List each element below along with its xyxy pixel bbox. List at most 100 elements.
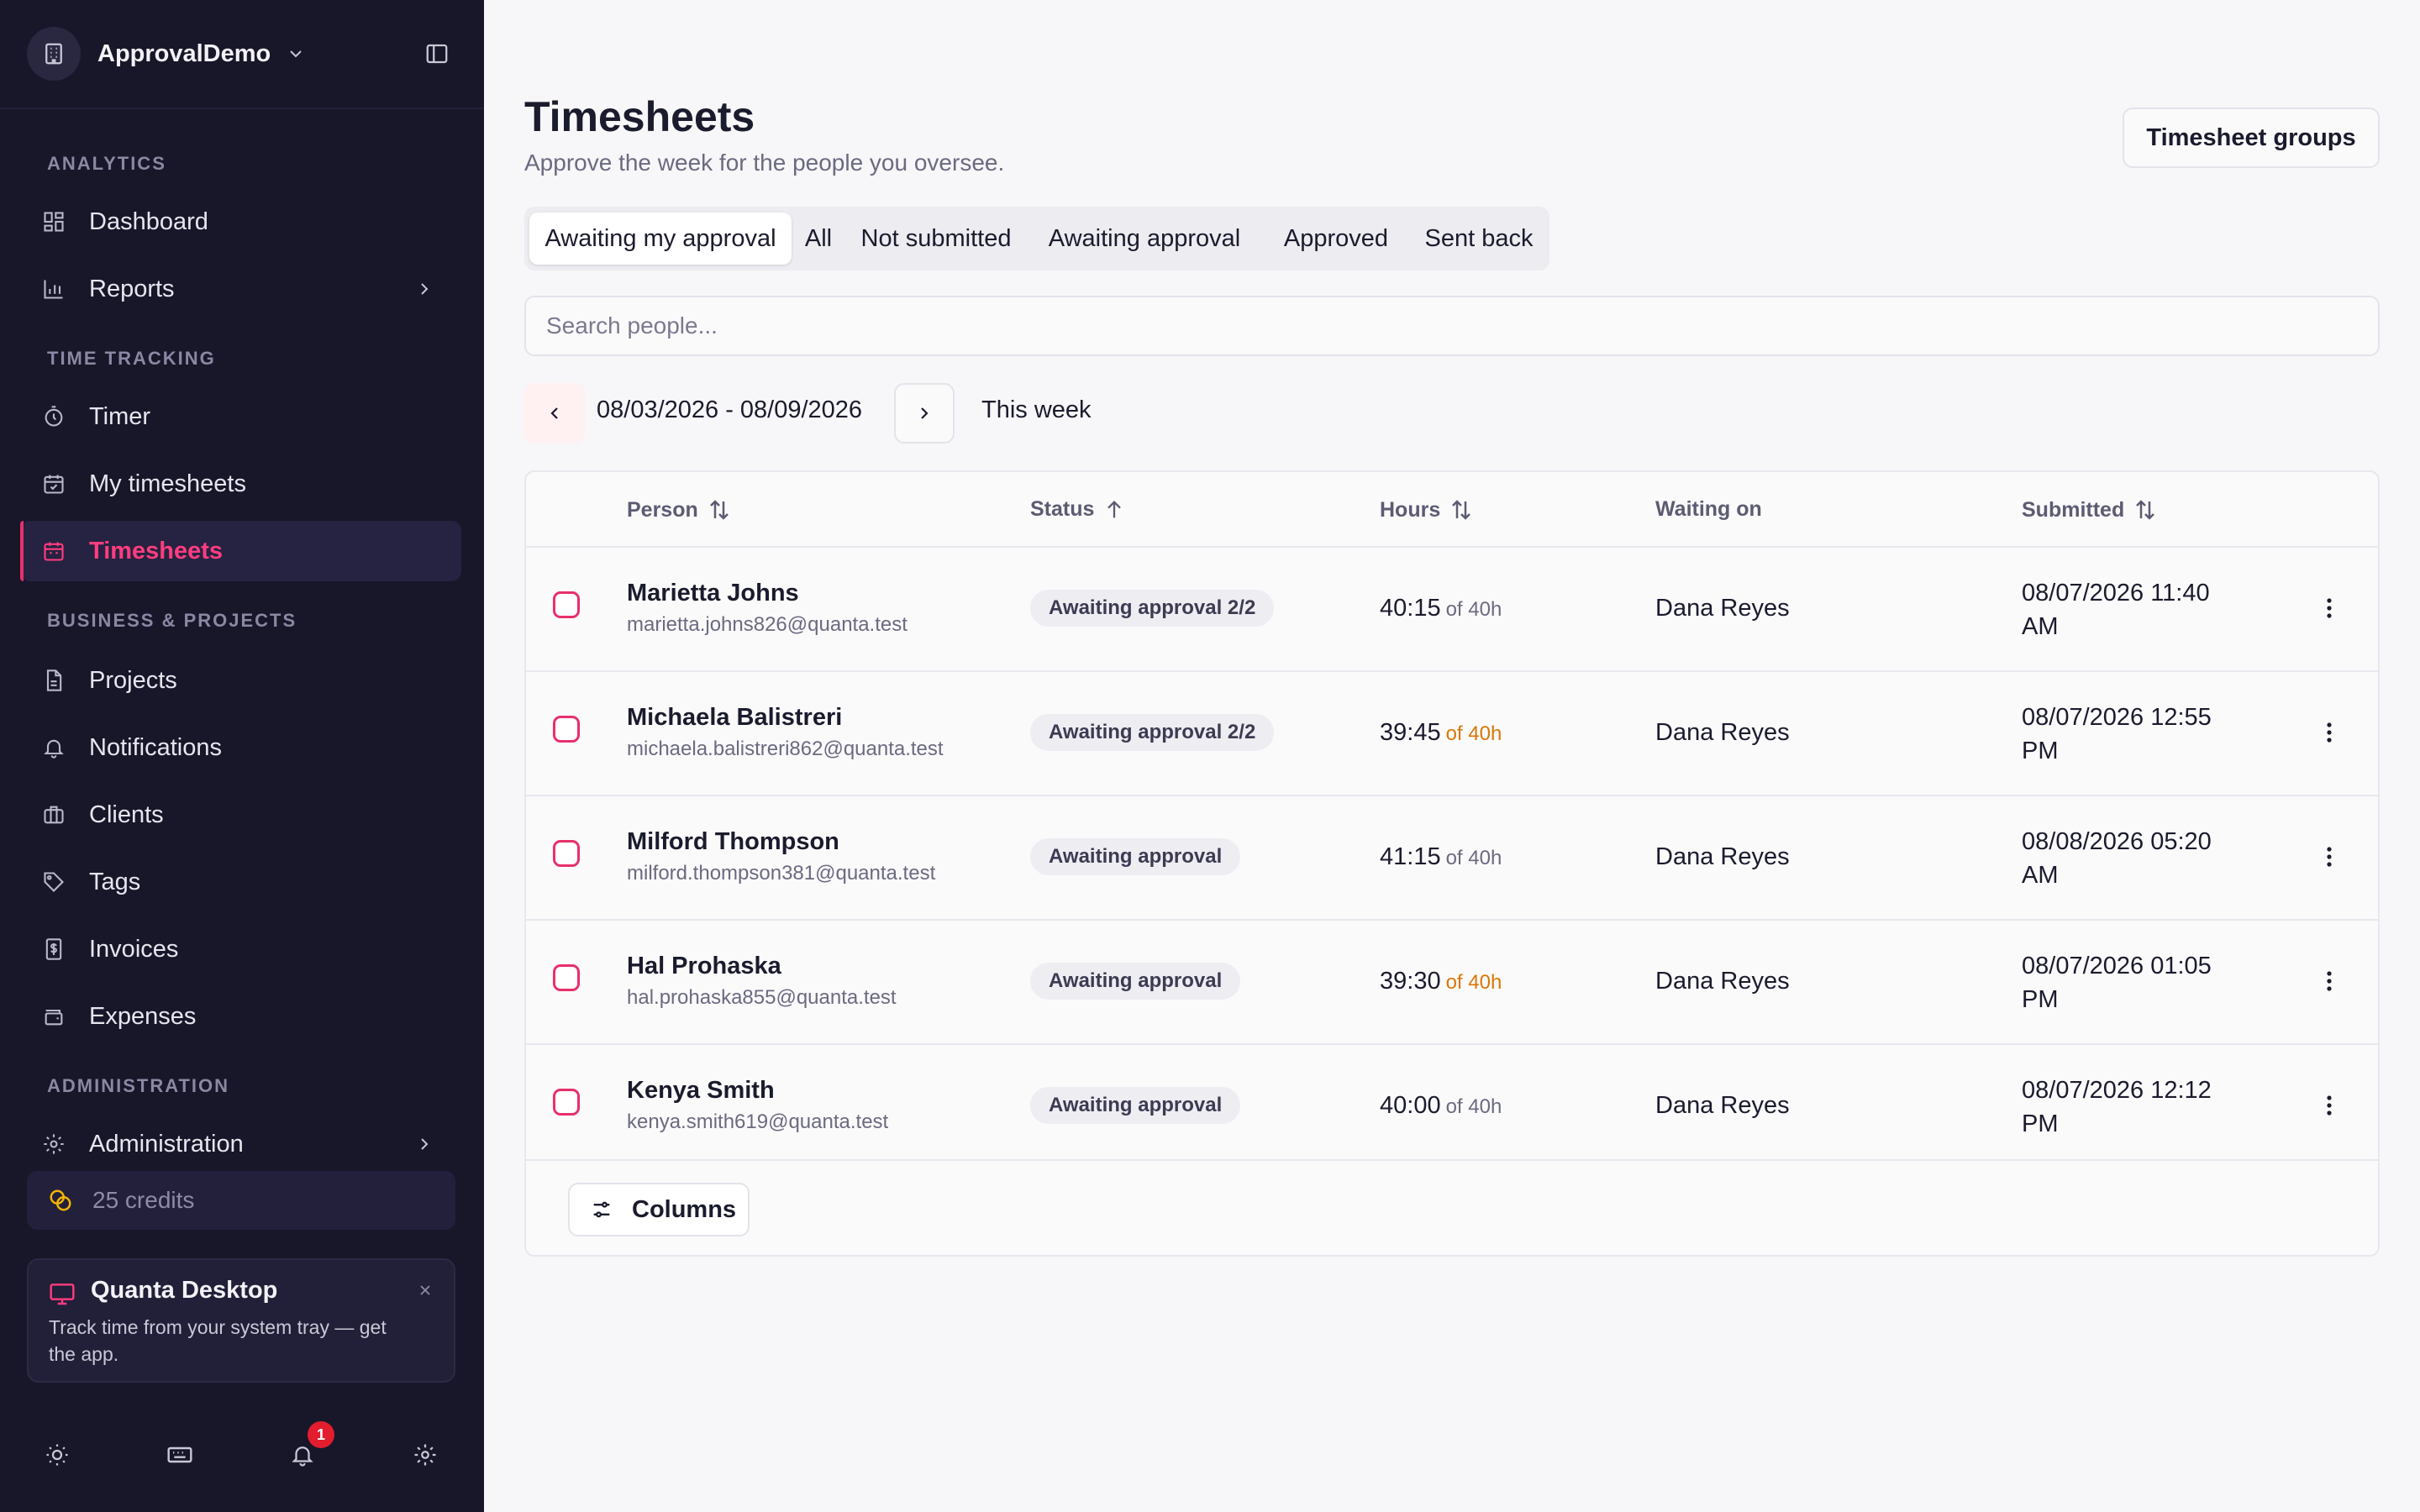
more-vertical-icon[interactable]: [2312, 964, 2346, 998]
waiting-on: Dana Reyes: [1655, 719, 1790, 746]
credits-indicator[interactable]: 25 credits: [27, 1171, 455, 1230]
person-name: Milford Thompson: [627, 828, 839, 855]
this-week-button[interactable]: This week: [981, 396, 1092, 424]
column-header-submitted[interactable]: Submitted: [2022, 497, 2158, 522]
sidebar-item-label: Notifications: [89, 733, 222, 761]
desktop-app-promo: Quanta Desktop Track time from your syst…: [27, 1258, 455, 1383]
hours-cell: 39:45 of 40h: [1380, 719, 1502, 747]
sidebar-item-reports[interactable]: Reports: [20, 259, 461, 319]
bell-icon: [40, 734, 67, 761]
person-name: Kenya Smith: [627, 1077, 775, 1104]
section-analytics: ANALYTICS: [47, 153, 166, 174]
submitted-date: 08/07/2026 12:12 PM: [2022, 1077, 2212, 1137]
sidebar-item-timer[interactable]: Timer: [20, 386, 461, 447]
header-label: Submitted: [2022, 497, 2125, 522]
sidebar-item-expenses[interactable]: Expenses: [20, 986, 461, 1047]
sort-icon: [709, 500, 729, 520]
sidebar-item-label: Invoices: [89, 935, 179, 963]
header-label: Hours: [1380, 497, 1441, 522]
sidebar-item-label: Projects: [89, 666, 177, 694]
search-input[interactable]: [524, 296, 2380, 356]
sidebar-item-notifications[interactable]: Notifications: [20, 717, 461, 778]
tab-awaiting-my-approval[interactable]: Awaiting my approval: [529, 213, 792, 265]
more-vertical-icon[interactable]: [2312, 716, 2346, 749]
hours-target: of 40h: [1445, 722, 1502, 745]
status-badge: Awaiting approval: [1030, 838, 1241, 875]
sidebar-item-invoices[interactable]: Invoices: [20, 919, 461, 979]
more-vertical-icon[interactable]: [2312, 591, 2346, 625]
notification-badge: 1: [308, 1421, 334, 1448]
sidebar-item-timesheets[interactable]: Timesheets: [20, 521, 461, 581]
workspace-switcher[interactable]: ApprovalDemo: [27, 27, 306, 81]
tab-not-submitted[interactable]: Not submitted: [847, 213, 1025, 265]
sidebar-item-tags[interactable]: Tags: [20, 852, 461, 912]
submitted-date: 08/07/2026 01:05 PM: [2022, 953, 2212, 1013]
status-badge: Awaiting approval: [1030, 1087, 1241, 1124]
column-header-person[interactable]: Person: [627, 497, 732, 522]
tab-awaiting-approval[interactable]: Awaiting approval: [1034, 213, 1255, 265]
sidebar-item-label: Dashboard: [89, 207, 208, 235]
header-label: Status: [1030, 497, 1095, 521]
calendar-check-icon: [40, 470, 67, 497]
dashboard-icon: [40, 208, 67, 235]
row-divider: [526, 1159, 2378, 1161]
status-tabs: Awaiting my approval All Not submitted A…: [524, 207, 1549, 270]
sidebar-item-projects[interactable]: Projects: [20, 650, 461, 711]
sliders-icon: [588, 1196, 615, 1223]
person-email: hal.prohaska855@quanta.test: [627, 986, 897, 1009]
keyboard-icon[interactable]: [163, 1438, 197, 1472]
close-icon[interactable]: [413, 1278, 437, 1302]
page-subtitle: Approve the week for the people you over…: [524, 150, 1005, 176]
chevron-right-icon: [413, 277, 436, 301]
gear-icon[interactable]: [408, 1438, 442, 1472]
stopwatch-icon: [40, 403, 67, 430]
chevron-down-icon: [286, 44, 306, 64]
sidebar: ApprovalDemo ANALYTICS Dashboard Reports…: [0, 0, 484, 1512]
previous-week-button[interactable]: [524, 383, 585, 444]
table-row[interactable]: Milford Thompson milford.thompson381@qua…: [526, 796, 2378, 919]
row-checkbox[interactable]: [553, 1089, 580, 1116]
table-row[interactable]: Hal Prohaska hal.prohaska855@quanta.test…: [526, 921, 2378, 1043]
next-week-button[interactable]: [894, 383, 955, 444]
sidebar-item-label: Timer: [89, 402, 151, 430]
waiting-on: Dana Reyes: [1655, 968, 1790, 995]
column-header-hours[interactable]: Hours: [1380, 497, 1474, 522]
person-email: michaela.balistreri862@quanta.test: [627, 738, 944, 760]
row-checkbox[interactable]: [553, 591, 580, 618]
submitted-date: 08/07/2026 12:55 PM: [2022, 704, 2212, 764]
date-range: 08/03/2026 - 08/09/2026: [597, 396, 863, 423]
columns-label: Columns: [632, 1195, 737, 1223]
invoice-icon: [40, 936, 67, 963]
timesheet-groups-button[interactable]: Timesheet groups: [2123, 108, 2380, 168]
more-vertical-icon[interactable]: [2312, 840, 2346, 874]
columns-button[interactable]: Columns: [568, 1183, 750, 1236]
table-row[interactable]: Kenya Smith kenya.smith619@quanta.test A…: [526, 1045, 2378, 1168]
submitted-date: 08/08/2026 05:20 AM: [2022, 828, 2212, 889]
sidebar-item-clients[interactable]: Clients: [20, 785, 461, 845]
person-email: marietta.johns826@quanta.test: [627, 613, 908, 636]
hours-target: of 40h: [1445, 1095, 1502, 1118]
hours-target: of 40h: [1445, 598, 1502, 621]
sidebar-toggle-icon[interactable]: [420, 37, 454, 71]
more-vertical-icon[interactable]: [2312, 1089, 2346, 1122]
table-row[interactable]: Marietta Johns marietta.johns826@quanta.…: [526, 548, 2378, 670]
tab-approved[interactable]: Approved: [1264, 213, 1408, 265]
column-header-status[interactable]: Status: [1030, 497, 1126, 522]
table-row[interactable]: Michaela Balistreri michaela.balistreri8…: [526, 672, 2378, 795]
sidebar-item-dashboard[interactable]: Dashboard: [20, 192, 461, 252]
theme-toggle-icon[interactable]: [40, 1438, 74, 1472]
waiting-on: Dana Reyes: [1655, 843, 1790, 870]
sidebar-item-label: Expenses: [89, 1002, 197, 1030]
tab-all[interactable]: All: [795, 213, 842, 265]
monitor-icon: [49, 1280, 77, 1309]
sidebar-item-label: Reports: [89, 275, 175, 302]
tab-sent-back[interactable]: Sent back: [1415, 213, 1543, 265]
row-checkbox[interactable]: [553, 964, 580, 991]
row-checkbox[interactable]: [553, 840, 580, 867]
sidebar-item-label: Administration: [89, 1130, 244, 1158]
sidebar-item-label: Timesheets: [89, 537, 224, 564]
row-checkbox[interactable]: [553, 716, 580, 743]
sidebar-item-my-timesheets[interactable]: My timesheets: [20, 454, 461, 514]
sidebar-item-administration[interactable]: Administration: [20, 1114, 461, 1174]
document-icon: [40, 667, 67, 694]
